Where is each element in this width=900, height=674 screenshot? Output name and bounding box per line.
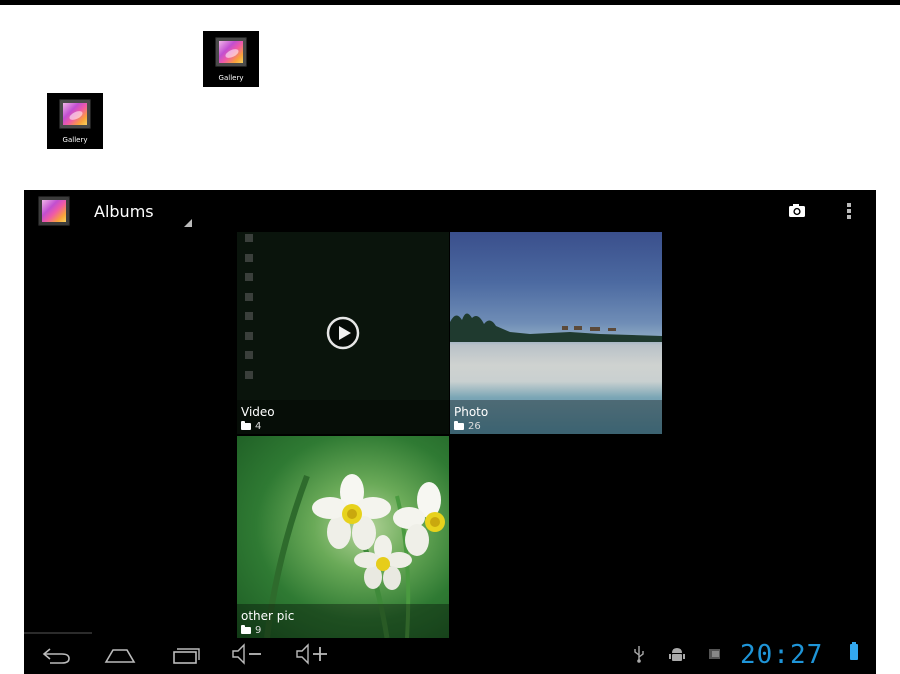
battery-icon bbox=[850, 642, 858, 660]
gallery-launcher-label: Gallery bbox=[62, 136, 88, 144]
back-icon[interactable] bbox=[40, 642, 72, 666]
overflow-menu-icon[interactable] bbox=[846, 202, 852, 220]
album-tile-other-pic[interactable]: other pic 9 bbox=[237, 436, 449, 638]
top-border-line bbox=[0, 0, 900, 5]
folder-icon bbox=[454, 421, 464, 430]
album-count: 26 bbox=[468, 421, 481, 432]
gallery-app-icon[interactable] bbox=[38, 196, 70, 226]
spinner-caret-icon[interactable] bbox=[184, 219, 192, 227]
action-bar: Albums bbox=[24, 190, 876, 232]
gallery-launcher-label: Gallery bbox=[218, 74, 244, 82]
volume-down-icon[interactable] bbox=[230, 642, 264, 666]
home-icon[interactable] bbox=[104, 642, 136, 666]
usb-icon bbox=[634, 646, 644, 663]
gallery-icon bbox=[59, 99, 91, 129]
gallery-screen: Albums Video 4 Photo 26 other pic 9 20:2… bbox=[24, 190, 876, 674]
recent-apps-icon[interactable] bbox=[170, 642, 200, 666]
folder-icon bbox=[241, 421, 251, 430]
system-nav-bar: 20:27 bbox=[24, 632, 876, 674]
gallery-icon bbox=[215, 37, 247, 67]
album-name: other pic bbox=[241, 609, 295, 623]
album-count: 4 bbox=[255, 421, 262, 432]
android-debug-icon bbox=[669, 648, 685, 661]
album-tile-video[interactable]: Video 4 bbox=[237, 232, 449, 434]
film-strip-decoration bbox=[243, 234, 255, 394]
status-clock: 20:27 bbox=[740, 640, 824, 670]
albums-view-title[interactable]: Albums bbox=[94, 202, 154, 221]
play-icon bbox=[326, 316, 360, 350]
gallery-launcher-icon-small[interactable]: Gallery bbox=[47, 93, 103, 149]
volume-up-icon[interactable] bbox=[294, 642, 330, 666]
camera-icon[interactable] bbox=[788, 202, 806, 220]
album-tile-photo[interactable]: Photo 26 bbox=[450, 232, 662, 434]
notification-icon bbox=[709, 649, 720, 659]
beach-thumbnail bbox=[450, 313, 662, 342]
album-name: Photo bbox=[454, 405, 489, 419]
album-name: Video bbox=[241, 405, 275, 419]
gallery-launcher-icon[interactable]: Gallery bbox=[203, 31, 259, 87]
